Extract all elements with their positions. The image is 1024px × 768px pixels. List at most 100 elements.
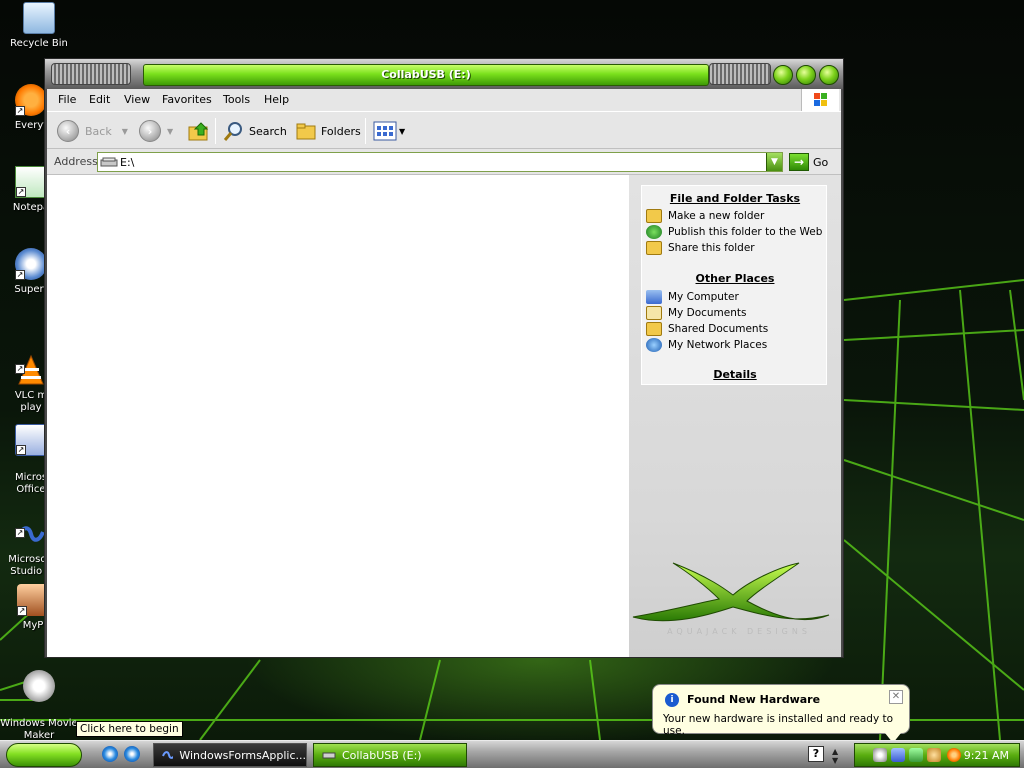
share-folder-link[interactable]: Share this folder: [646, 240, 755, 256]
shortcut-arrow-icon: ↗: [17, 606, 27, 616]
drive-icon: [322, 752, 336, 759]
task-link-label: Make a new folder: [668, 210, 765, 222]
go-button[interactable]: → Go: [789, 152, 837, 172]
shortcut-arrow-icon: ↗: [16, 445, 26, 455]
toolbar: ‹ Back ▼ › ▼ Search Folders ▼: [47, 111, 841, 149]
file-list-pane[interactable]: [47, 175, 629, 657]
title-bar[interactable]: CollabUSB (E:): [45, 59, 843, 89]
menu-edit[interactable]: Edit: [89, 93, 110, 106]
tray-expand-arrow-icon[interactable]: ▲ ▼: [832, 747, 838, 765]
network-icon[interactable]: [891, 748, 905, 762]
balloon-message: Your new hardware is installed and ready…: [663, 713, 894, 737]
start-tooltip: Click here to begin: [76, 721, 183, 737]
address-value: E:\: [120, 156, 135, 169]
internet-explorer-icon[interactable]: [102, 746, 118, 762]
task-pane: File and Folder Tasks Make a new folder …: [629, 175, 841, 657]
menu-file[interactable]: File: [58, 93, 76, 106]
office-icon: ↗: [15, 424, 47, 456]
shared-documents-link[interactable]: Shared Documents: [646, 321, 768, 337]
file-folder-tasks-heading[interactable]: File and Folder Tasks: [642, 192, 828, 205]
menu-favorites[interactable]: Favorites: [162, 93, 212, 106]
taskbar-button-label: CollabUSB (E:): [342, 748, 422, 762]
up-folder-button[interactable]: [187, 119, 211, 143]
dropdown-arrow-icon: ▼: [121, 126, 128, 136]
menu-bar: File Edit View Favorites Tools Help: [47, 89, 841, 111]
forward-button[interactable]: › ▼: [139, 119, 173, 143]
movie-maker-icon: [23, 670, 55, 702]
back-arrow-icon: ‹: [57, 120, 79, 142]
shortcut-arrow-icon: ↗: [15, 270, 25, 280]
recycle-bin-icon: [23, 2, 55, 34]
my-network-places-link[interactable]: My Network Places: [646, 337, 767, 353]
views-grid-icon: [373, 121, 397, 141]
share-folder-icon: [646, 241, 662, 255]
make-new-folder-link[interactable]: Make a new folder: [646, 208, 764, 224]
my-computer-link[interactable]: My Computer: [646, 289, 739, 305]
new-folder-icon: [646, 209, 662, 223]
shortcut-arrow-icon: ↗: [15, 364, 25, 374]
task-pane-box: File and Folder Tasks Make a new folder …: [641, 185, 827, 385]
tray-app-icon[interactable]: [927, 748, 941, 762]
dropdown-arrow-icon: ▼: [399, 126, 406, 136]
place-link-label: Shared Documents: [668, 323, 769, 335]
menu-tools[interactable]: Tools: [223, 93, 250, 106]
browser-quicklaunch-icon[interactable]: [124, 746, 140, 762]
up-folder-icon: [188, 122, 209, 141]
address-label: Address: [54, 155, 98, 168]
taskbar-button-collabusb[interactable]: CollabUSB (E:): [313, 743, 467, 767]
visual-studio-tray-icon[interactable]: [909, 748, 923, 762]
dropdown-arrow-icon: ▼: [167, 126, 174, 136]
info-icon: i: [665, 693, 679, 707]
my-documents-link[interactable]: My Documents: [646, 305, 746, 321]
forward-arrow-icon: ›: [139, 120, 161, 142]
desktop-icon-recycle-bin[interactable]: Recycle Bin: [0, 2, 78, 50]
desktop-icon-movie-maker[interactable]: Windows Movie Maker: [0, 658, 78, 740]
task-link-label: Share this folder: [668, 242, 755, 254]
notification-balloon[interactable]: i Found New Hardware Your new hardware i…: [652, 684, 910, 743]
everything-icon: ↗: [15, 84, 47, 116]
taskbar-button-label: WindowsFormsApplic...: [179, 748, 306, 762]
menu-view[interactable]: View: [124, 93, 150, 106]
place-link-label: My Documents: [668, 307, 747, 319]
search-button[interactable]: Search: [223, 119, 287, 143]
search-icon: [223, 122, 242, 141]
title-bar-grip: [51, 63, 131, 85]
balloon-close-button[interactable]: ✕: [889, 690, 903, 704]
place-link-label: My Computer: [668, 291, 739, 303]
minimize-button[interactable]: [773, 65, 793, 85]
place-link-label: My Network Places: [668, 339, 768, 351]
my-documents-icon: [646, 306, 662, 320]
back-label: Back: [85, 124, 112, 138]
explorer-window[interactable]: CollabUSB (E:) File Edit View Favorites …: [44, 58, 844, 658]
taskbar-button-windowsforms[interactable]: WindowsFormsApplic...: [153, 743, 307, 767]
search-label: Search: [249, 124, 287, 138]
help-icon[interactable]: ?: [808, 746, 824, 762]
details-heading[interactable]: Details: [642, 368, 828, 381]
shortcut-arrow-icon: ↗: [15, 106, 25, 116]
task-link-label: Publish this folder to the Web: [668, 226, 823, 238]
address-input[interactable]: E:\ ▼: [97, 152, 783, 172]
clock[interactable]: 9:21 AM: [964, 749, 1009, 762]
views-button[interactable]: ▼: [373, 119, 405, 143]
maximize-button[interactable]: [796, 65, 816, 85]
desktop-icon-label: Windows Movie Maker: [0, 718, 78, 740]
designer-watermark: AQUAJACK DESIGNS: [667, 627, 811, 636]
toolbar-separator: [365, 118, 366, 144]
everything-search-tray-icon[interactable]: [947, 748, 961, 762]
folders-icon: [296, 123, 316, 140]
drive-icon: [100, 157, 118, 167]
folders-button[interactable]: Folders: [295, 119, 361, 143]
safely-remove-hardware-icon[interactable]: [873, 748, 887, 762]
publish-to-web-link[interactable]: Publish this folder to the Web: [646, 224, 822, 240]
menu-help[interactable]: Help: [264, 93, 289, 106]
other-places-heading[interactable]: Other Places: [642, 272, 828, 285]
address-dropdown-button[interactable]: ▼: [766, 153, 782, 171]
windows-flag-icon: [801, 89, 839, 111]
back-button[interactable]: ‹ Back ▼: [57, 119, 128, 143]
close-button[interactable]: [819, 65, 839, 85]
shortcut-arrow-icon: ↗: [15, 528, 25, 538]
go-label: Go: [813, 155, 829, 169]
shared-documents-icon: [646, 322, 662, 336]
start-button[interactable]: [6, 743, 82, 767]
desktop-icon-label: Recycle Bin: [10, 38, 68, 49]
